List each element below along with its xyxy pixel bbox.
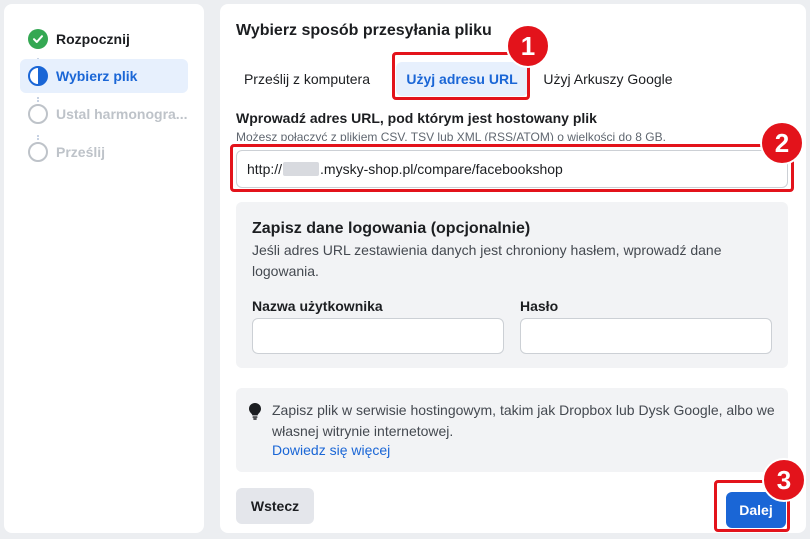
back-button[interactable]: Wstecz	[236, 488, 314, 524]
step-przeslij[interactable]: Prześlij	[20, 135, 188, 169]
username-input[interactable]	[252, 318, 504, 354]
url-label: Wprowadź adres URL, pod którym jest host…	[236, 110, 597, 126]
page-title: Wybierz sposób przesyłania pliku	[236, 22, 492, 39]
login-title: Zapisz dane logowania (opcjonalnie)	[252, 220, 531, 237]
tip-text: Zapisz plik w serwisie hostingowym, taki…	[272, 402, 775, 439]
step-label: Rozpocznij	[56, 31, 130, 47]
annotation-badge-3: 3	[762, 458, 806, 502]
step-label: Wybierz plik	[56, 68, 138, 84]
step-rozpocznij[interactable]: Rozpocznij	[20, 22, 188, 56]
password-label: Hasło	[520, 298, 559, 314]
annotation-box-2	[230, 144, 794, 192]
upload-panel: Wybierz sposób przesyłania pliku Prześli…	[220, 4, 806, 533]
annotation-badge-1: 1	[506, 24, 550, 68]
tab-use-google-sheets[interactable]: Użyj Arkuszy Google	[542, 62, 674, 96]
lightbulb-icon	[248, 402, 262, 420]
step-label: Ustal harmonogra...	[56, 106, 188, 122]
half-circle-icon	[28, 66, 48, 86]
learn-more-link[interactable]: Dowiedz się więcej	[272, 442, 390, 458]
annotation-badge-2: 2	[760, 121, 804, 165]
empty-circle-icon	[28, 142, 48, 162]
annotation-box-1	[392, 52, 530, 100]
password-input[interactable]	[520, 318, 772, 354]
login-description: Jeśli adres URL zestawienia danych jest …	[252, 242, 722, 279]
step-ustal-harmonogram[interactable]: Ustal harmonogra...	[20, 97, 188, 131]
username-label: Nazwa użytkownika	[252, 298, 383, 314]
url-hint: Możesz połączyć z plikiem CSV, TSV lub X…	[236, 130, 666, 141]
step-wybierz-plik[interactable]: Wybierz plik	[20, 59, 188, 93]
tab-upload-from-computer[interactable]: Prześlij z komputera	[236, 62, 378, 96]
empty-circle-icon	[28, 104, 48, 124]
check-circle-icon	[28, 29, 48, 49]
login-credentials-section: Zapisz dane logowania (opcjonalnie) Jeśl…	[236, 202, 788, 368]
step-label: Prześlij	[56, 144, 106, 160]
steps-sidebar: Rozpocznij Wybierz plik Ustal harmonogra…	[4, 4, 204, 533]
hosting-tip: Zapisz plik w serwisie hostingowym, taki…	[236, 388, 788, 472]
